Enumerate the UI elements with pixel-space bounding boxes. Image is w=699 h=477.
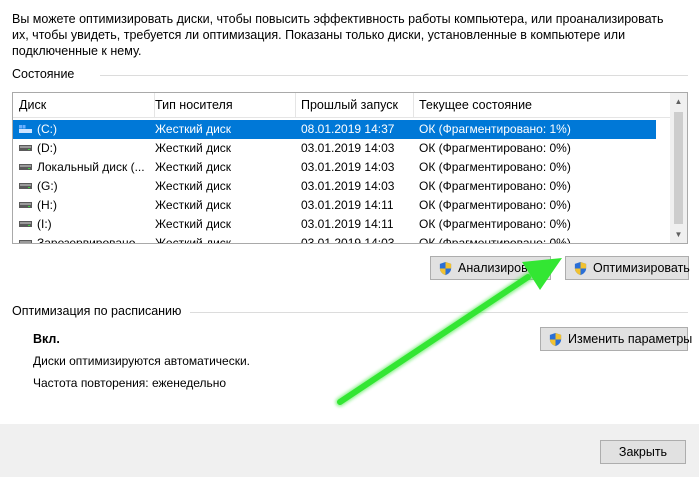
analyze-button[interactable]: Анализировать (430, 256, 551, 280)
schedule-description: Диски оптимизируются автоматически. (33, 354, 251, 368)
drive-row-d[interactable]: (D:) Жесткий диск 03.01.2019 14:03 ОК (Ф… (13, 139, 670, 158)
scrollbar-thumb[interactable] (674, 112, 683, 224)
schedule-state: Вкл. (33, 332, 60, 346)
drive-row-g[interactable]: (G:) Жесткий диск 03.01.2019 14:03 ОК (Ф… (13, 177, 670, 196)
drive-status: ОК (Фрагментировано: 0%) (419, 217, 571, 231)
drives-list[interactable]: Диск Тип носителя Прошлый запуск Текущее… (12, 92, 688, 244)
uac-shield-icon (574, 261, 587, 276)
vertical-scrollbar[interactable]: ▲ ▼ (670, 93, 687, 243)
drive-media-type: Жесткий диск (155, 122, 232, 136)
schedule-group-label: Оптимизация по расписанию (12, 304, 188, 318)
uac-shield-icon (549, 332, 562, 347)
status-group-label: Состояние (12, 67, 81, 81)
drive-row-h[interactable]: (H:) Жесткий диск 03.01.2019 14:11 ОК (Ф… (13, 196, 670, 215)
drive-name: (H:) (37, 198, 57, 212)
change-settings-button[interactable]: Изменить параметры (540, 327, 692, 351)
scroll-up-arrow-icon[interactable]: ▲ (670, 93, 687, 110)
column-header-status[interactable]: Текущее состояние (413, 93, 663, 118)
change-settings-button-label: Изменить параметры (568, 332, 693, 346)
column-header-disk[interactable]: Диск (13, 93, 149, 118)
drive-last-run: 08.01.2019 14:37 (301, 122, 395, 136)
drive-name: (D:) (37, 141, 57, 155)
drive-media-type: Жесткий диск (155, 141, 232, 155)
optimize-button[interactable]: Оптимизировать (565, 256, 690, 280)
drive-status: ОК (Фрагментировано: 0%) (419, 236, 571, 244)
dialog-footer: Закрыть (0, 424, 699, 477)
column-header-last-run[interactable]: Прошлый запуск (295, 93, 413, 118)
drive-row-i[interactable]: (I:) Жесткий диск 03.01.2019 14:11 ОК (Ф… (13, 215, 670, 234)
status-group-divider (100, 75, 688, 76)
intro-text: Вы можете оптимизировать диски, чтобы по… (12, 12, 664, 58)
drive-status: ОК (Фрагментировано: 0%) (419, 160, 571, 174)
drive-name: (G:) (37, 179, 58, 193)
drive-media-type: Жесткий диск (155, 236, 232, 244)
drive-last-run: 03.01.2019 14:03 (301, 179, 395, 193)
drive-status: ОК (Фрагментировано: 0%) (419, 198, 571, 212)
optimize-button-label: Оптимизировать (593, 261, 690, 275)
drive-row-local[interactable]: Локальный диск (... Жесткий диск 03.01.2… (13, 158, 670, 177)
drive-name: (I:) (37, 217, 52, 231)
drive-media-type: Жесткий диск (155, 179, 232, 193)
drive-last-run: 03.01.2019 14:11 (301, 198, 394, 212)
drive-row-c[interactable]: (C:) Жесткий диск 08.01.2019 14:37 ОК (Ф… (13, 120, 656, 139)
drive-name: Зарезервировано ... (37, 236, 149, 244)
drives-list-header: Диск Тип носителя Прошлый запуск Текущее… (13, 93, 670, 118)
drive-media-type: Жесткий диск (155, 198, 232, 212)
drive-name: Локальный диск (... (37, 160, 145, 174)
drive-status: ОК (Фрагментировано: 0%) (419, 141, 571, 155)
drive-last-run: 03.01.2019 14:03 (301, 141, 395, 155)
drive-media-type: Жесткий диск (155, 160, 232, 174)
drive-last-run: 03.01.2019 14:03 (301, 160, 395, 174)
drive-media-type: Жесткий диск (155, 217, 232, 231)
drive-status: ОК (Фрагментировано: 1%) (419, 122, 571, 136)
drive-last-run: 03.01.2019 14:03 (301, 236, 395, 244)
drive-status: ОК (Фрагментировано: 0%) (419, 179, 571, 193)
column-header-media[interactable]: Тип носителя (149, 93, 295, 118)
schedule-frequency: Частота повторения: еженедельно (33, 376, 227, 390)
uac-shield-icon (439, 261, 452, 276)
drive-row-reserved[interactable]: Зарезервировано ... Жесткий диск 03.01.2… (13, 234, 670, 244)
drive-last-run: 03.01.2019 14:11 (301, 217, 394, 231)
schedule-group-divider (190, 312, 688, 313)
analyze-button-label: Анализировать (458, 261, 547, 275)
close-button[interactable]: Закрыть (600, 440, 686, 464)
scroll-down-arrow-icon[interactable]: ▼ (670, 226, 687, 243)
drive-name: (C:) (37, 122, 57, 136)
